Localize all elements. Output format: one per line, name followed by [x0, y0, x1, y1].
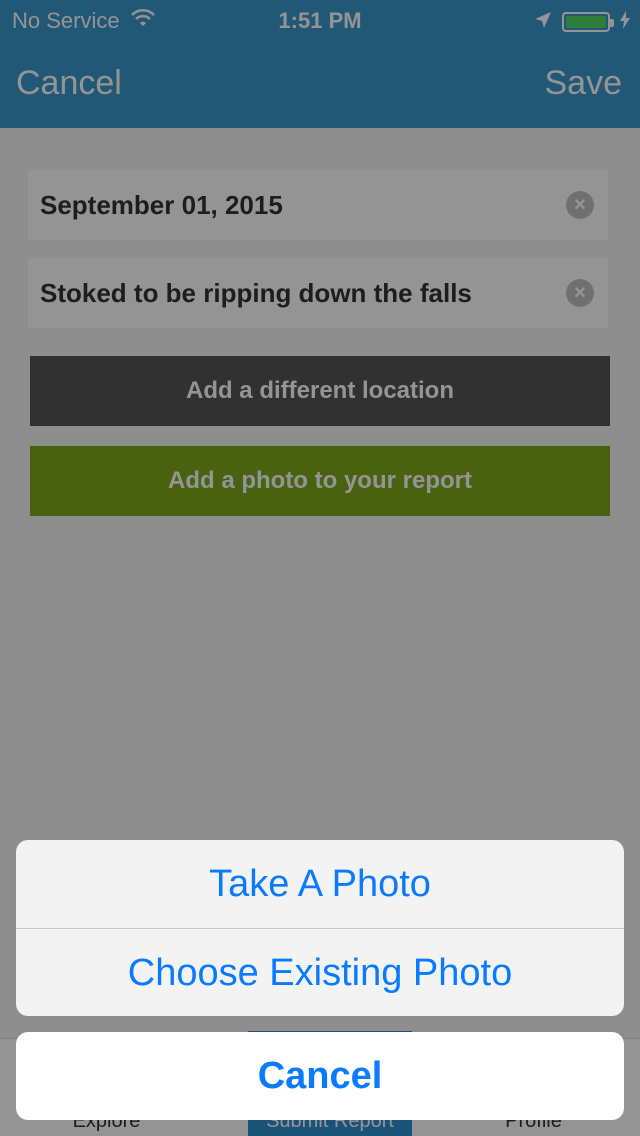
take-photo-option[interactable]: Take A Photo [16, 840, 624, 928]
action-sheet: Take A Photo Choose Existing Photo [16, 840, 624, 1016]
choose-existing-photo-option[interactable]: Choose Existing Photo [16, 929, 624, 1016]
sheet-cancel-button[interactable]: Cancel [16, 1032, 624, 1120]
